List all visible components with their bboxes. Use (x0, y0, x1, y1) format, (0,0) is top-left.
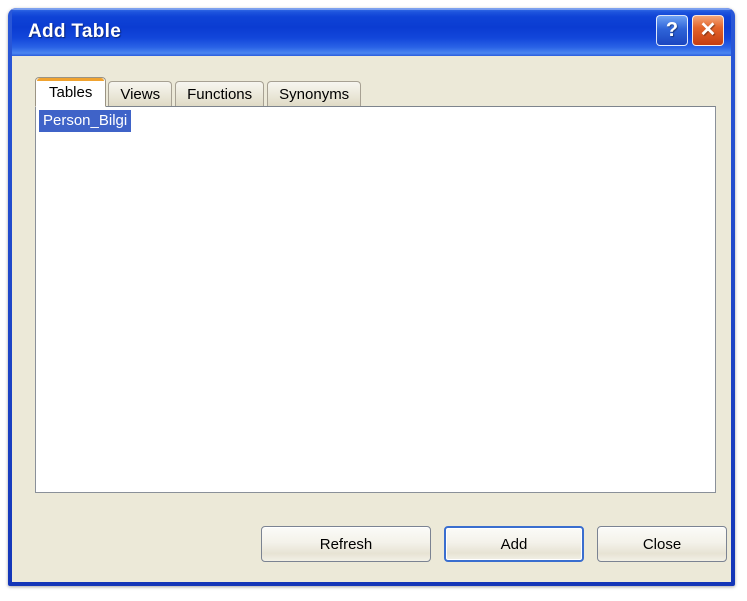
refresh-button-label: Refresh (319, 535, 373, 553)
dialog-title: Add Table (28, 21, 122, 42)
tab-functions-label: Functions (187, 86, 253, 103)
list-item[interactable]: Person_Bilgi (39, 110, 132, 132)
dialog-body: Tables Views Functions Synonyms Person_B… (12, 56, 731, 582)
tab-tables-label: Tables (49, 83, 93, 101)
tabstrip: Tables Views Functions Synonyms (35, 77, 364, 107)
table-listbox[interactable]: Person_Bilgi (35, 106, 716, 493)
screen: Add Table ? ✕ Tables Views Functions Syn… (0, 0, 747, 601)
add-button-label: Add (500, 535, 528, 553)
tab-tables[interactable]: Tables (35, 77, 107, 107)
add-table-dialog: Add Table ? ✕ Tables Views Functions Syn… (8, 8, 735, 586)
tab-views-label: Views (120, 86, 161, 103)
tab-synonyms-label: Synonyms (279, 86, 350, 103)
help-button[interactable]: ? (656, 15, 688, 46)
tab-synonyms[interactable]: Synonyms (267, 81, 362, 107)
dialog-footer: Refresh Add Close (12, 514, 731, 574)
help-question-icon: ? (665, 18, 679, 41)
refresh-button[interactable]: Refresh (261, 526, 431, 562)
tab-views[interactable]: Views (108, 81, 173, 107)
close-button-label: Close (642, 535, 682, 553)
close-window-button[interactable]: ✕ (692, 15, 724, 46)
tab-functions[interactable]: Functions (175, 81, 265, 107)
add-button[interactable]: Add (444, 526, 584, 562)
titlebar-buttons: ? ✕ (656, 15, 724, 46)
close-x-icon: ✕ (699, 18, 717, 41)
close-button[interactable]: Close (597, 526, 727, 562)
list-item-label: Person_Bilgi (43, 112, 128, 129)
dialog-titlebar[interactable]: Add Table ? ✕ (12, 8, 731, 56)
